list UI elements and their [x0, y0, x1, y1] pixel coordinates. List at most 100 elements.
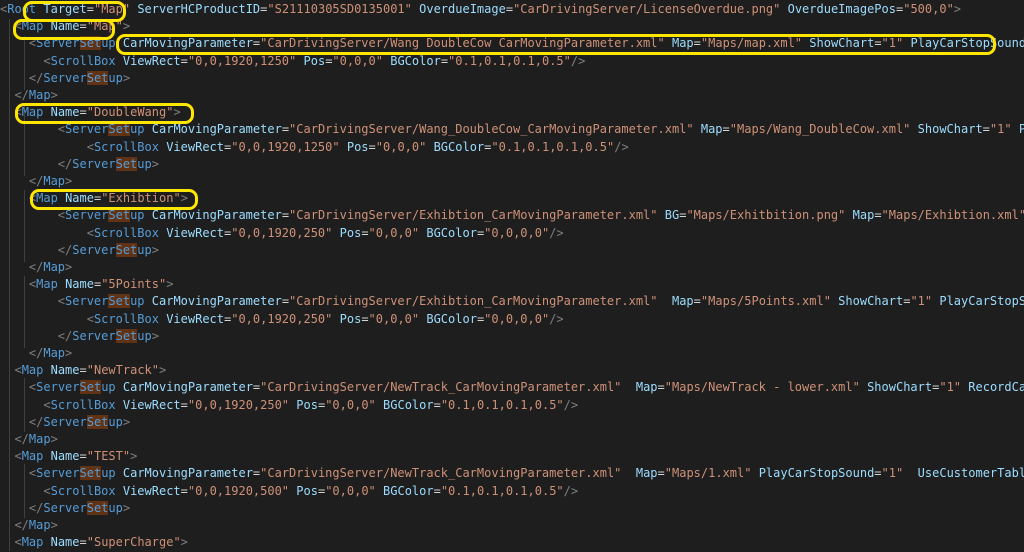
- attribute-value: "0,0,1920,250": [231, 311, 333, 326]
- code-line[interactable]: <Map Name="SuperCharge">: [0, 534, 187, 551]
- xml-punctuation: />: [563, 483, 579, 498]
- code-line[interactable]: <ServerSetup CarMovingParameter="CarDriv…: [0, 121, 1024, 138]
- xml-tag-name: ScrollBox: [50, 397, 116, 412]
- xml-text: [0, 208, 58, 222]
- xml-equals: =: [657, 466, 665, 481]
- code-line[interactable]: </Map>: [0, 345, 72, 362]
- xml-punctuation: >: [65, 174, 73, 188]
- code-line[interactable]: <ScrollBox ViewRect="0,0,1920,250" Pos="…: [0, 397, 578, 414]
- attribute-value: "Maps/Wang_DoubleCow.xml": [729, 122, 911, 137]
- attribute-name: PlayCarStopSound: [758, 466, 875, 481]
- code-line[interactable]: </ServerSetup>: [0, 70, 130, 87]
- xml-text: [0, 36, 29, 50]
- xml-tag-name: Map: [21, 19, 44, 34]
- code-line[interactable]: </ServerSetup>: [0, 242, 159, 259]
- xml-tag-name: ScrollBox: [50, 53, 116, 68]
- xml-punctuation: >: [953, 2, 962, 16]
- xml-code-editor[interactable]: <Root Target="Map" ServerHCProductID="S2…: [0, 0, 1024, 552]
- attribute-name: BGColor: [383, 397, 434, 412]
- code-line[interactable]: <Map Name="5Points">: [0, 276, 174, 293]
- xml-punctuation: />: [614, 139, 629, 154]
- xml-punctuation: </: [57, 328, 73, 343]
- xml-punctuation: <: [14, 363, 22, 378]
- xml-text: [0, 122, 58, 136]
- attribute-value: "CarDrivingServer/LicenseOverdue.png": [513, 2, 781, 16]
- xml-punctuation: >: [65, 346, 73, 360]
- xml-equals: =: [79, 363, 87, 378]
- xml-text: [0, 398, 43, 412]
- code-line[interactable]: <ServerSetup CarMovingParameter="CarDriv…: [0, 35, 1024, 52]
- attribute-value: "Maps/NewTrack - lower.xml": [664, 380, 860, 395]
- attribute-name: Name: [50, 449, 80, 464]
- xml-punctuation: >: [122, 19, 131, 34]
- code-line[interactable]: <ServerSetup CarMovingParameter="CarDriv…: [0, 293, 1024, 310]
- attribute-value: "0,0,0": [368, 225, 420, 240]
- xml-punctuation: />: [549, 225, 564, 240]
- xml-punctuation: <: [14, 105, 22, 120]
- attribute-value: "CarDrivingServer/Exhibtion_CarMovingPar…: [289, 294, 658, 309]
- xml-punctuation: </: [14, 518, 29, 532]
- xml-text: [0, 346, 29, 360]
- code-line[interactable]: </Map>: [0, 173, 72, 190]
- xml-punctuation: >: [151, 242, 159, 257]
- xml-equals: =: [657, 380, 665, 395]
- xml-equals: =: [79, 449, 87, 464]
- code-line[interactable]: <ScrollBox ViewRect="0,0,1920,1250" Pos=…: [0, 139, 629, 156]
- code-line[interactable]: <Map Name="NewTrack">: [0, 362, 166, 379]
- xml-tag-name: Server: [65, 294, 109, 309]
- attribute-value: "1": [881, 466, 904, 481]
- xml-punctuation: />: [570, 53, 586, 68]
- xml-punctuation: <: [86, 139, 94, 154]
- code-line[interactable]: <Map Name="Map">: [0, 18, 130, 35]
- code-line[interactable]: <ScrollBox ViewRect="0,0,1920,500" Pos="…: [0, 483, 578, 500]
- xml-text: [0, 363, 14, 377]
- xml-equals: =: [180, 397, 188, 412]
- attribute-value: "CarDrivingServer/NewTrack_CarMovingPara…: [260, 466, 622, 481]
- code-line[interactable]: </ServerSetup>: [0, 414, 130, 431]
- code-line[interactable]: <ScrollBox ViewRect="0,0,1920,250" Pos="…: [0, 311, 564, 328]
- attribute-name: Target: [43, 2, 87, 16]
- attribute-value: "0,0,1920,250": [187, 397, 290, 412]
- attribute-value: "0.1,0.1,0.1,0.5": [448, 53, 571, 68]
- xml-text: [0, 432, 14, 446]
- xml-equals: =: [79, 535, 87, 550]
- attribute-value: "CarDrivingServer/NewTrack_CarMovingPara…: [260, 380, 622, 395]
- attribute-name: ShowChart: [867, 380, 933, 395]
- code-line[interactable]: </Map>: [0, 431, 57, 448]
- code-line[interactable]: <Root Target="Map" ServerHCProductID="S2…: [0, 1, 961, 18]
- xml-punctuation: >: [122, 500, 131, 515]
- code-line[interactable]: <ServerSetup CarMovingParameter="CarDriv…: [0, 465, 1024, 482]
- code-line[interactable]: <ScrollBox ViewRect="0,0,1920,1250" Pos=…: [0, 53, 585, 70]
- xml-tag-name: Map: [43, 346, 66, 360]
- code-line[interactable]: <ServerSetup CarMovingParameter="CarDriv…: [0, 379, 1024, 396]
- xml-punctuation: </: [28, 174, 44, 188]
- code-line[interactable]: <Map Name="Exhibtion">: [0, 190, 188, 207]
- xml-tag-name: Server: [65, 208, 109, 223]
- attribute-value: "S21110305SD0135001": [267, 2, 412, 16]
- search-match-highlight: Set: [79, 380, 102, 395]
- attribute-name: Name: [50, 535, 80, 550]
- code-line[interactable]: <ScrollBox ViewRect="0,0,1920,250" Pos="…: [0, 225, 564, 242]
- xml-text: [0, 518, 14, 532]
- code-line[interactable]: </ServerSetup>: [0, 328, 159, 345]
- attribute-value: "1": [881, 36, 904, 51]
- code-line[interactable]: <Map Name="TEST">: [0, 448, 137, 465]
- xml-punctuation: <: [14, 449, 22, 464]
- code-line[interactable]: </Map>: [0, 517, 57, 534]
- xml-tag-name: Server: [36, 466, 80, 481]
- xml-punctuation: <: [86, 311, 94, 326]
- code-line[interactable]: </Map>: [0, 87, 57, 104]
- attribute-value: "Map": [93, 2, 131, 16]
- code-line[interactable]: </ServerSetup>: [0, 156, 159, 173]
- code-line[interactable]: <Map Name="DoubleWang">: [0, 104, 180, 121]
- code-line[interactable]: </ServerSetup>: [0, 500, 130, 517]
- code-line[interactable]: <ServerSetup CarMovingParameter="CarDriv…: [0, 207, 1024, 224]
- code-line[interactable]: </Map>: [0, 259, 72, 276]
